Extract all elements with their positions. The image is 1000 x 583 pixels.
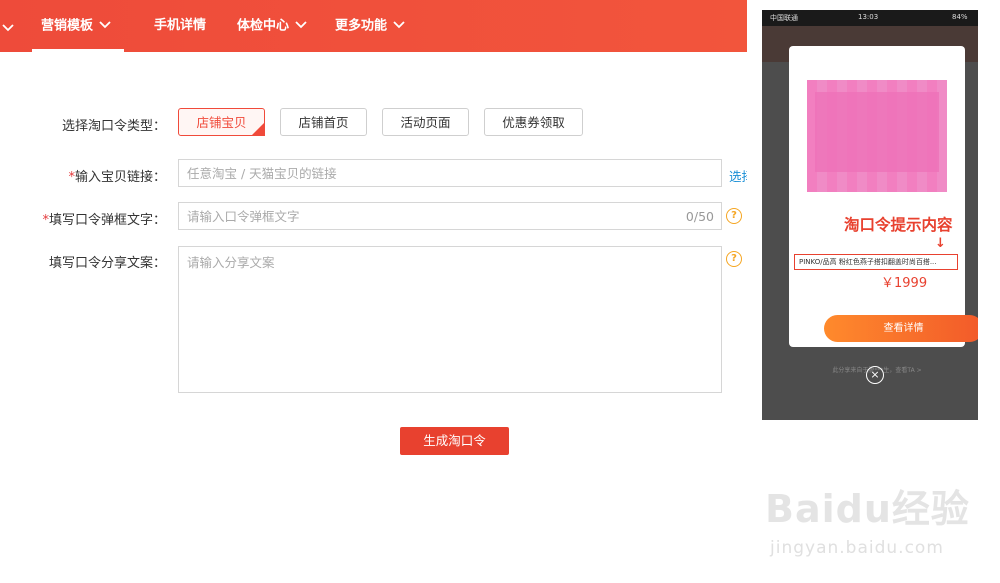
popup-text-label: *填写口令弹框文字： [42,213,166,228]
top-nav: 营销模板 手机详情 体检中心 更多功能 [0,0,747,52]
status-bar: 中国联通 13:03 84% [762,10,978,26]
type-option-coupon[interactable]: 优惠券领取 [484,108,583,136]
link-input[interactable]: 任意淘宝 / 天猫宝贝的链接 [178,159,722,187]
type-option-shop-item[interactable]: 店铺宝贝 [178,108,265,136]
taokouling-popup: ￥1999 查看详情 此分享来自于脱***生，查看TA > [789,46,978,374]
nav-active-indicator [32,49,124,52]
nav-item-more-features[interactable]: 更多功能 [335,0,405,52]
nav-item-marketing-template[interactable]: 营销模板 [41,0,111,52]
product-title: PINKO/品高 粉红色燕子搭扣翻盖时尚百搭... [794,254,958,270]
product-image-overlay [815,92,939,172]
chevron-down-icon [295,0,307,52]
popup-text-input[interactable]: 请输入口令弹框文字 0/50 [178,202,722,230]
nav-item-health-check[interactable]: 体检中心 [237,0,307,52]
help-icon[interactable]: ? [726,208,742,224]
generate-button[interactable]: 生成淘口令 [400,427,509,455]
nav-chevron-left-icon[interactable] [2,18,14,37]
share-text-textarea[interactable]: 请输入分享文案 [178,246,722,393]
type-option-activity-page[interactable]: 活动页面 [382,108,469,136]
phone-preview: 中国联通 13:03 84% ￥1999 查看详情 此分享来自于脱***生，查看… [762,10,978,420]
baidu-watermark-url: jingyan.baidu.com [770,538,944,558]
share-text-label: 填写口令分享文案： [48,256,166,271]
chevron-down-icon [99,0,111,52]
help-icon[interactable]: ? [726,251,742,267]
annotation-label: 淘口令提示内容 [844,216,953,234]
product-price: ￥1999 [881,276,928,291]
baidu-watermark-logo: Baidu经验 [765,487,970,531]
selected-corner-icon [251,122,265,136]
type-option-shop-home[interactable]: 店铺首页 [280,108,367,136]
nav-item-mobile-detail[interactable]: 手机详情 [154,0,206,52]
link-label: *输入宝贝链接： [68,170,166,185]
chevron-down-icon [393,0,405,52]
view-detail-button[interactable]: 查看详情 [824,315,978,342]
char-count: 0/50 [685,209,714,224]
select-link[interactable]: 选择 [729,166,747,185]
close-icon[interactable]: × [866,366,884,384]
annotation-arrow-icon: ↓ [935,236,946,251]
type-label: 选择淘口令类型： [61,119,166,134]
